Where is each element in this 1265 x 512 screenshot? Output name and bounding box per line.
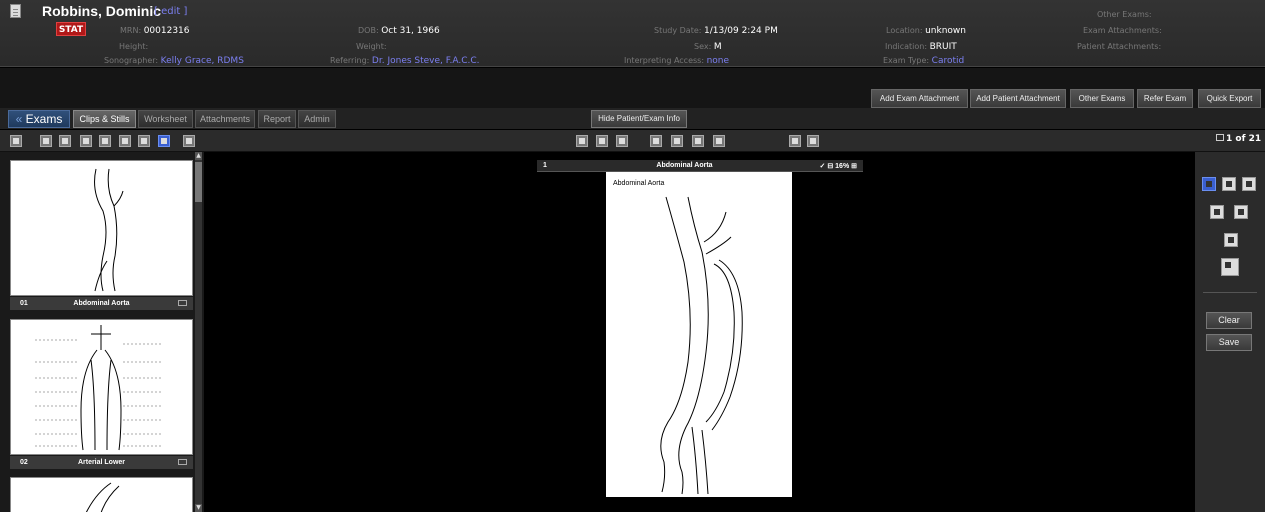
patient-attachments-field: Patient Attachments: <box>1077 42 1162 51</box>
indication-field: Indication: BRUIT <box>885 42 957 52</box>
stat-badge: STAT <box>56 22 86 36</box>
quick-export-button[interactable]: Quick Export <box>1198 89 1261 108</box>
dob-field: DOB: Oct 31, 1966 <box>358 26 440 36</box>
select-tool-icon[interactable] <box>1202 177 1216 191</box>
thumbnail-scrollbar[interactable]: ▲ ▼ <box>195 152 202 512</box>
check-icon[interactable]: ✓ <box>820 163 826 170</box>
clear-button[interactable]: Clear <box>1206 312 1252 329</box>
grid-layout-icon[interactable] <box>40 135 52 147</box>
page-icon <box>1216 134 1224 141</box>
previous-page-icon[interactable] <box>789 135 801 147</box>
referring-field: Referring: Dr. Jones Steve, F.A.C.C. <box>330 56 480 66</box>
annotate-icon[interactable] <box>158 135 170 147</box>
rectangle-tool-icon[interactable] <box>1222 177 1236 191</box>
scroll-down-icon[interactable]: ▼ <box>195 504 202 512</box>
settings-icon[interactable] <box>183 135 195 147</box>
aorta-thumbnail-drawing <box>94 168 124 292</box>
scroll-up-icon[interactable]: ▲ <box>195 152 202 160</box>
two-column-layout-icon[interactable] <box>80 135 92 147</box>
pause-icon[interactable] <box>692 135 704 147</box>
interpreting-access-field: Interpreting Access: none <box>624 56 730 66</box>
color-picker-icon[interactable] <box>1221 258 1239 276</box>
list-view-icon[interactable] <box>138 135 150 147</box>
page-counter: 1 of 21 <box>1216 134 1261 144</box>
weight-field: Weight: <box>356 42 387 51</box>
edit-patient-link[interactable]: [ edit ] <box>154 6 187 17</box>
tab-worksheet[interactable]: Worksheet <box>138 110 193 128</box>
partial-thumbnail-drawing <box>85 482 120 512</box>
zoom-in-icon[interactable]: ⊞ <box>851 163 857 170</box>
tab-exams[interactable]: « Exams <box>8 110 70 128</box>
thumbnail-caption[interactable]: 01 Abdominal Aorta <box>10 297 193 310</box>
hide-patient-info-button[interactable]: Hide Patient/Exam Info <box>591 110 687 128</box>
tab-attachments[interactable]: Attachments <box>195 110 255 128</box>
scroll-thumb[interactable] <box>195 162 202 202</box>
sonographer-field: Sonographer: Kelly Grace, RDMS <box>104 56 244 66</box>
camera-icon[interactable] <box>576 135 588 147</box>
viewer-header: 1 Abdominal Aorta ✓ ⊟ 16% ⊞ <box>537 160 863 172</box>
app-window: Robbins, Dominic [ edit ] STAT MRN: 0001… <box>0 0 1265 512</box>
tab-report[interactable]: Report <box>258 110 296 128</box>
save-button[interactable]: Save <box>1206 334 1252 351</box>
back-chevron-icon: « <box>15 112 23 126</box>
four-up-layout-icon[interactable] <box>99 135 111 147</box>
comment-icon[interactable] <box>178 300 187 306</box>
adjust-icon[interactable] <box>616 135 628 147</box>
select-all-icon[interactable] <box>10 135 22 147</box>
divider <box>1203 292 1257 293</box>
mrn-field: MRN: 00012316 <box>120 26 190 36</box>
sex-field: Sex: M <box>694 42 722 52</box>
other-exams-button[interactable]: Other Exams <box>1070 89 1134 108</box>
arrow-tool-icon[interactable] <box>1210 205 1224 219</box>
thumbnail-image[interactable] <box>10 477 193 512</box>
arterial-lower-thumbnail-drawing <box>35 325 161 451</box>
other-exams-field: Other Exams: <box>1097 10 1152 19</box>
document-icon[interactable] <box>10 4 21 18</box>
refer-exam-button[interactable]: Refer Exam <box>1137 89 1193 108</box>
tab-clips-stills[interactable]: Clips & Stills <box>73 110 136 128</box>
height-field: Height: <box>119 42 149 51</box>
main-image[interactable] <box>606 172 792 497</box>
zoom-out-icon[interactable]: ⊟ <box>827 163 833 170</box>
thumbnail-caption[interactable]: 02 Arterial Lower <box>10 456 193 469</box>
exam-attachments-field: Exam Attachments: <box>1083 26 1162 35</box>
last-frame-icon[interactable] <box>713 135 725 147</box>
study-date-field: Study Date: 1/13/09 2:24 PM <box>654 26 778 36</box>
next-page-icon[interactable] <box>807 135 819 147</box>
location-field: Location: unknown <box>886 26 966 36</box>
patient-name: Robbins, Dominic <box>42 3 161 19</box>
thumbnail-image[interactable] <box>10 160 193 296</box>
filmstrip-icon[interactable] <box>119 135 131 147</box>
list-icon[interactable] <box>596 135 608 147</box>
ellipse-tool-icon[interactable] <box>1242 177 1256 191</box>
zoom-control[interactable]: ✓ ⊟ 16% ⊞ <box>820 162 858 170</box>
add-exam-attachment-button[interactable]: Add Exam Attachment <box>871 89 968 108</box>
play-icon[interactable] <box>671 135 683 147</box>
thumbnail-image[interactable] <box>10 319 193 455</box>
text-tool-icon[interactable] <box>1234 205 1248 219</box>
annotation-panel <box>1195 152 1265 512</box>
patient-header: Robbins, Dominic [ edit ] STAT MRN: 0001… <box>0 0 1265 67</box>
aorta-drawing <box>660 196 743 495</box>
single-layout-icon[interactable] <box>59 135 71 147</box>
tab-admin[interactable]: Admin <box>298 110 336 128</box>
move-tool-icon[interactable] <box>1224 233 1238 247</box>
first-frame-icon[interactable] <box>650 135 662 147</box>
exam-type-field: Exam Type: Carotid <box>883 56 965 66</box>
comment-icon[interactable] <box>178 459 187 465</box>
image-label: Abdominal Aorta <box>613 180 665 187</box>
add-patient-attachment-button[interactable]: Add Patient Attachment <box>970 89 1066 108</box>
